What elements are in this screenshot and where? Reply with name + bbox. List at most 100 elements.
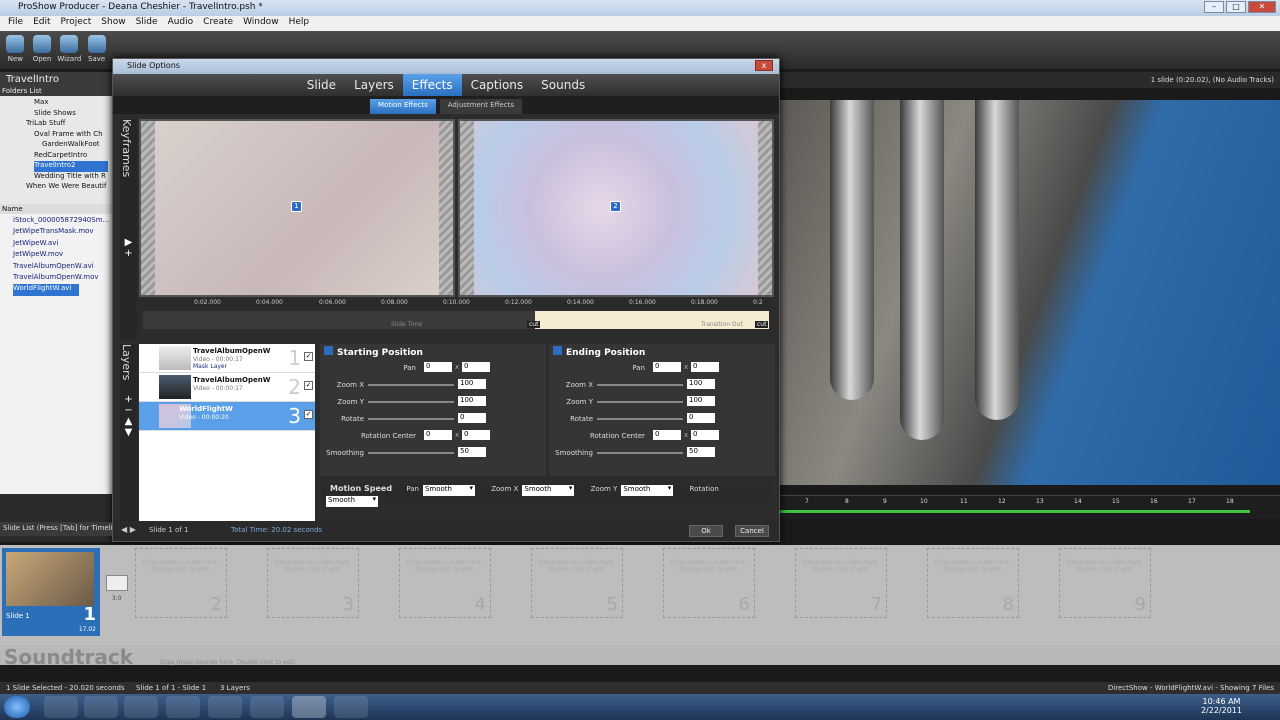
start-pan-x-input[interactable]: 0 — [424, 362, 452, 372]
end-pan-y-input[interactable]: 0 — [691, 362, 719, 372]
file-item-selected[interactable]: WorldFlightW.avi — [13, 284, 79, 296]
app-taskbar-icon[interactable] — [166, 696, 200, 718]
tab-layers[interactable]: Layers — [345, 74, 403, 96]
end-zoomx-input[interactable]: 100 — [687, 379, 715, 389]
empty-slide-slot[interactable]: Drag photos / video here. Double click t… — [399, 548, 491, 618]
tab-captions[interactable]: Captions — [462, 74, 533, 96]
tab-sounds[interactable]: Sounds — [532, 74, 594, 96]
menu-slide[interactable]: Slide — [136, 17, 158, 30]
keyframe-2-preview[interactable]: 2 — [458, 119, 774, 297]
end-rotate-slider[interactable] — [597, 418, 683, 420]
menu-window[interactable]: Window — [243, 17, 279, 30]
pan-speed-select[interactable]: Smooth — [422, 484, 475, 496]
minimize-button[interactable]: – — [1204, 1, 1224, 13]
start-smoothing-input[interactable]: 50 — [458, 447, 486, 457]
end-zoomy-input[interactable]: 100 — [687, 396, 715, 406]
play-icon[interactable]: ▶ — [120, 237, 137, 248]
file-item[interactable]: JetWipeTransMask.mov — [3, 227, 109, 238]
proshow-taskbar-icon[interactable] — [292, 696, 326, 718]
dialog-close-button[interactable]: x — [755, 60, 773, 71]
start-zoomy-input[interactable]: 100 — [458, 396, 486, 406]
layer-checkbox[interactable]: ✓ — [304, 352, 313, 361]
soundtrack-bar[interactable]: Soundtrack Drag music/sounds here. Doubl… — [0, 645, 1280, 669]
open-button[interactable]: Open — [31, 35, 54, 65]
menu-edit[interactable]: Edit — [33, 17, 50, 30]
empty-slide-slot[interactable]: Drag photos / video here. Double click t… — [1059, 548, 1151, 618]
empty-slide-slot[interactable]: Drag photos / video here. Double click t… — [531, 548, 623, 618]
remove-layer-icon[interactable]: − — [120, 405, 137, 416]
move-up-icon[interactable]: ▲ — [120, 416, 137, 427]
cancel-button[interactable]: Cancel — [735, 525, 769, 537]
layer-row-selected[interactable]: WorldFlightW Video - 00:00:20 3 ✓ — [139, 402, 315, 431]
empty-slide-slot[interactable]: Drag photos / video here. Double click t… — [927, 548, 1019, 618]
timeline-ruler[interactable]: 7 8 9 10 11 12 13 14 15 16 17 18 — [780, 495, 1280, 519]
folder-item[interactable]: Wedding Title with R — [4, 172, 108, 183]
new-button[interactable]: New — [4, 35, 27, 65]
start-rotate-slider[interactable] — [368, 418, 454, 420]
menu-audio[interactable]: Audio — [168, 17, 194, 30]
end-smoothing-input[interactable]: 50 — [687, 447, 715, 457]
folder-item[interactable]: RedCarpetIntro — [4, 151, 108, 162]
zoomx-speed-select[interactable]: Smooth — [522, 484, 575, 496]
slide-1[interactable]: Slide 1 1 17.02 — [2, 548, 100, 636]
folder-item-selected[interactable]: TravelIntro2 — [34, 161, 108, 172]
start-pan-y-input[interactable]: 0 — [462, 362, 490, 372]
start-rotcenter-y-input[interactable]: 0 — [462, 430, 490, 440]
start-button[interactable] — [4, 696, 30, 718]
file-item[interactable]: JetWipeW.avi — [3, 239, 109, 250]
start-rotcenter-x-input[interactable]: 0 — [424, 430, 452, 440]
layer-row[interactable]: TravelAlbumOpenW Video - 00:00:17 Mask L… — [139, 344, 315, 373]
start-zoomy-slider[interactable] — [368, 401, 454, 403]
system-clock[interactable]: 10:46 AM 2/22/2011 — [1201, 697, 1242, 715]
transition-icon[interactable] — [106, 575, 128, 591]
folder-item[interactable]: Max — [4, 98, 108, 109]
end-rotate-input[interactable]: 0 — [687, 413, 715, 423]
menu-file[interactable]: File — [8, 17, 23, 30]
menu-create[interactable]: Create — [203, 17, 233, 30]
empty-slide-slot[interactable]: Drag photos / video here. Double click t… — [267, 548, 359, 618]
start-zoomx-input[interactable]: 100 — [458, 379, 486, 389]
end-rotcenter-x-input[interactable]: 0 — [653, 430, 681, 440]
rotation-speed-select[interactable]: Smooth — [326, 495, 378, 507]
preview-window[interactable] — [780, 100, 1280, 485]
tab-effects[interactable]: Effects — [402, 74, 462, 96]
layer-checkbox[interactable]: ✓ — [304, 381, 313, 390]
menu-show[interactable]: Show — [101, 17, 125, 30]
folder-item[interactable]: Oval Frame with Ch — [4, 130, 108, 141]
ok-button[interactable]: Ok — [689, 525, 723, 537]
maximize-button[interactable]: □ — [1226, 1, 1246, 13]
keyframe-2-marker[interactable]: 2 — [610, 201, 621, 212]
keyframe-timeline[interactable]: Slide Time Transition Out cut cut — [143, 311, 769, 329]
tab-slide[interactable]: Slide — [298, 74, 345, 96]
wizard-button[interactable]: Wizard — [57, 35, 81, 65]
move-down-icon[interactable]: ▼ — [120, 427, 137, 438]
empty-slide-slot[interactable]: Drag photos / video here. Double click t… — [135, 548, 227, 618]
folder-item[interactable]: TriLab Stuff — [4, 119, 108, 130]
tool-taskbar-icon[interactable] — [334, 696, 368, 718]
layer-checkbox[interactable]: ✓ — [304, 410, 313, 419]
ie-taskbar-icon[interactable] — [44, 696, 78, 718]
folder-item[interactable]: Slide Shows — [4, 109, 108, 120]
file-item[interactable]: TravelAlbumOpenW.avi — [3, 262, 109, 273]
add-layer-icon[interactable]: + — [120, 394, 137, 405]
menu-project[interactable]: Project — [61, 17, 92, 30]
end-zoomx-slider[interactable] — [597, 384, 683, 386]
end-zoomy-slider[interactable] — [597, 401, 683, 403]
file-item[interactable]: iStock_000005872940Sm... — [3, 216, 109, 227]
end-rotcenter-y-input[interactable]: 0 — [691, 430, 719, 440]
folder-item[interactable]: When We Were Beautif — [4, 182, 108, 193]
close-button[interactable]: ✕ — [1248, 1, 1276, 13]
prev-next-arrows[interactable]: ◀ ▶ — [121, 525, 136, 534]
end-pan-x-input[interactable]: 0 — [653, 362, 681, 372]
empty-slide-slot[interactable]: Drag photos / video here. Double click t… — [795, 548, 887, 618]
cut-marker[interactable]: cut — [755, 321, 769, 328]
folder-item[interactable]: GardenWalkFoot — [4, 140, 108, 151]
zoomy-speed-select[interactable]: Smooth — [621, 484, 674, 496]
menu-help[interactable]: Help — [289, 17, 310, 30]
layer-row[interactable]: TravelAlbumOpenW Video - 00:00:17 2 ✓ — [139, 373, 315, 402]
keyframe-1-marker[interactable]: 1 — [291, 201, 302, 212]
start-rotate-input[interactable]: 0 — [458, 413, 486, 423]
hp-taskbar-icon[interactable] — [208, 696, 242, 718]
add-keyframe-icon[interactable]: + — [120, 248, 137, 259]
save-button[interactable]: Save — [85, 35, 108, 65]
